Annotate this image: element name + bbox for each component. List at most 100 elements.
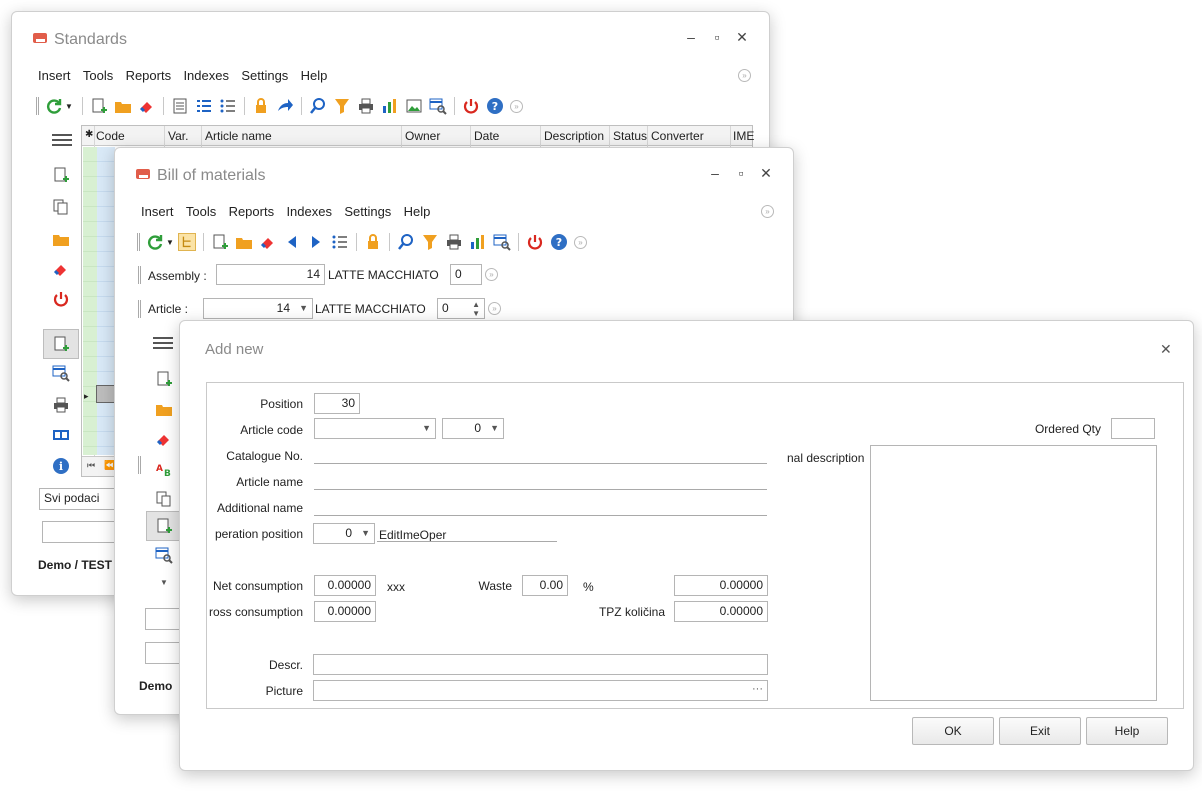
assembly-variant-field[interactable]: 0 — [450, 264, 482, 285]
print-icon[interactable] — [52, 396, 70, 414]
net-consumption-field[interactable]: 0.00000 — [314, 575, 376, 596]
menu-indexes[interactable]: Indexes — [286, 204, 332, 219]
menu-tools[interactable]: Tools — [186, 204, 216, 219]
power-icon[interactable] — [52, 290, 70, 308]
column-header-var[interactable]: Var. — [168, 129, 188, 143]
menu-insert[interactable]: Insert — [38, 68, 71, 83]
expand-icon[interactable]: » — [573, 235, 587, 249]
article-code-select[interactable]: ▼ — [314, 418, 436, 439]
minimize-button[interactable]: – — [683, 30, 699, 44]
columns-icon[interactable] — [52, 426, 70, 444]
maximize-button[interactable]: ▫ — [733, 166, 749, 180]
chart-icon[interactable] — [381, 97, 399, 115]
hamburger-menu-icon[interactable] — [153, 337, 173, 349]
close-button[interactable]: ✕ — [734, 30, 750, 44]
sidebar-selected-item[interactable] — [43, 329, 79, 359]
additional-name-input[interactable] — [314, 515, 767, 516]
paste-icon[interactable] — [155, 490, 173, 508]
new-document-icon[interactable] — [211, 233, 229, 251]
copy-icon[interactable] — [52, 198, 70, 216]
collapse-ribbon-icon[interactable]: » — [761, 205, 774, 218]
waste-result-field[interactable]: 0.00000 — [674, 575, 768, 596]
chart-icon[interactable] — [469, 233, 487, 251]
print-icon[interactable] — [445, 233, 463, 251]
article-name-input[interactable] — [314, 489, 767, 490]
help-button[interactable]: Help — [1086, 717, 1168, 745]
open-folder-icon[interactable] — [235, 233, 253, 251]
article-code-select[interactable]: 14 ▼ — [203, 298, 313, 319]
assembly-code-field[interactable]: 14 — [216, 264, 325, 285]
new-document-icon[interactable] — [52, 166, 70, 184]
bullet-list-icon[interactable] — [219, 97, 237, 115]
tpz-field[interactable]: 0.00000 — [674, 601, 768, 622]
menu-help[interactable]: Help — [301, 68, 328, 83]
search-icon[interactable] — [309, 97, 327, 115]
collapse-ribbon-icon[interactable]: » — [738, 69, 751, 82]
spell-check-icon[interactable]: AB — [155, 460, 173, 478]
open-folder-icon[interactable] — [114, 97, 132, 115]
spin-arrows-icon[interactable]: ▲ ▼ — [472, 300, 480, 318]
menu-reports[interactable]: Reports — [229, 204, 275, 219]
eraser-icon[interactable] — [259, 233, 277, 251]
menu-settings[interactable]: Settings — [344, 204, 391, 219]
open-folder-icon[interactable] — [52, 230, 70, 248]
column-header-owner[interactable]: Owner — [405, 129, 440, 143]
ok-button[interactable]: OK — [912, 717, 994, 745]
next-arrow-icon[interactable] — [307, 233, 325, 251]
refresh-icon[interactable] — [45, 97, 63, 115]
previous-arrow-icon[interactable] — [283, 233, 301, 251]
eraser-icon[interactable] — [52, 260, 70, 278]
descr-input[interactable] — [313, 654, 768, 675]
power-icon[interactable] — [462, 97, 480, 115]
more-items-chevron-icon[interactable]: ▼ — [160, 578, 168, 587]
minimize-button[interactable]: – — [707, 166, 723, 180]
column-header-code[interactable]: Code — [96, 129, 125, 143]
lock-icon[interactable] — [252, 97, 270, 115]
operation-position-select[interactable]: 0 ▼ — [313, 523, 375, 544]
power-icon[interactable] — [526, 233, 544, 251]
new-document-icon[interactable] — [155, 370, 173, 388]
column-header-status[interactable]: Status — [613, 129, 647, 143]
filter-select[interactable]: Svi podaci — [39, 488, 119, 510]
gross-consumption-field[interactable]: 0.00000 — [314, 601, 376, 622]
menu-tools[interactable]: Tools — [83, 68, 113, 83]
image-icon[interactable] — [405, 97, 423, 115]
waste-field[interactable]: 0.00 — [522, 575, 568, 596]
position-field[interactable]: 30 — [314, 393, 360, 414]
refresh-dropdown-icon[interactable]: ▼ — [166, 238, 174, 247]
help-icon[interactable]: ? — [550, 233, 568, 251]
article-variant-select[interactable]: 0 ▼ — [442, 418, 504, 439]
tree-view-icon[interactable] — [177, 233, 196, 251]
expand-icon[interactable]: » — [509, 99, 523, 113]
info-icon[interactable]: i — [52, 457, 70, 475]
menu-settings[interactable]: Settings — [241, 68, 288, 83]
column-header-article-name[interactable]: Article name — [205, 129, 272, 143]
menu-help[interactable]: Help — [404, 204, 431, 219]
column-header-converter[interactable]: Converter — [651, 129, 704, 143]
table-search-icon[interactable] — [493, 233, 511, 251]
forward-arrow-icon[interactable] — [276, 97, 294, 115]
refresh-dropdown-icon[interactable]: ▼ — [65, 102, 73, 111]
table-search-icon[interactable] — [429, 97, 447, 115]
table-search-icon[interactable] — [155, 546, 173, 564]
hamburger-menu-icon[interactable] — [52, 134, 72, 146]
maximize-button[interactable]: ▫ — [709, 30, 725, 44]
standards-bottom-input[interactable] — [42, 521, 122, 543]
column-header-date[interactable]: Date — [474, 129, 499, 143]
ordered-qty-field[interactable] — [1111, 418, 1155, 439]
close-icon[interactable]: ✕ — [1160, 341, 1172, 358]
column-header-ime[interactable]: IME — [733, 129, 754, 143]
new-document-icon[interactable] — [90, 97, 108, 115]
filter-icon[interactable] — [421, 233, 439, 251]
catalogue-input[interactable] — [314, 463, 767, 464]
filter-icon[interactable] — [333, 97, 351, 115]
sidebar-selected-item[interactable] — [146, 511, 182, 541]
column-header-description[interactable]: Description — [544, 129, 604, 143]
close-button[interactable]: ✕ — [758, 166, 774, 180]
bullet-list-icon[interactable] — [331, 233, 349, 251]
assembly-go-icon[interactable]: » — [485, 268, 498, 281]
menu-indexes[interactable]: Indexes — [183, 68, 229, 83]
help-icon[interactable]: ? — [486, 97, 504, 115]
eraser-icon[interactable] — [138, 97, 156, 115]
first-record-icon[interactable]: ⏮ — [87, 460, 95, 471]
